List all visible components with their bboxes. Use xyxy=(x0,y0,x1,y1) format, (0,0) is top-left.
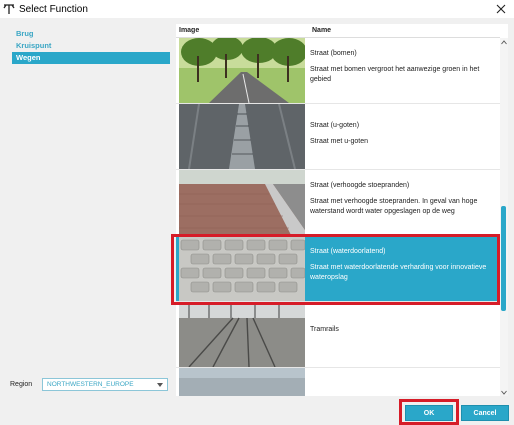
table-header: Image Name xyxy=(176,24,500,38)
row-description: Straat met bomen vergroot het aanwezige … xyxy=(310,66,480,83)
row-name: Straat (bomen) xyxy=(310,50,357,57)
row-name: Tramrails xyxy=(310,326,339,333)
street-curb-image xyxy=(179,170,305,235)
street-gutter-image xyxy=(179,104,305,169)
tramrails-image xyxy=(179,302,305,367)
table-row[interactable]: Tramrails xyxy=(176,302,500,368)
table-body: Straat (bomen) Straat met bomen vergroot… xyxy=(176,38,500,396)
row-description: Straat met waterdoorlatende verharding v… xyxy=(310,264,487,281)
category-sidebar: Brug Kruispunt Wegen Region NORTHWESTERN… xyxy=(0,18,176,425)
ok-button[interactable]: OK xyxy=(405,405,453,421)
scroll-thumb[interactable] xyxy=(501,206,506,311)
category-list: Brug Kruispunt Wegen xyxy=(12,28,170,64)
sidebar-item-kruispunt[interactable]: Kruispunt xyxy=(12,40,170,52)
function-table: Image Name Straat (bomen) Straat met bom… xyxy=(176,24,508,396)
sidebar-item-wegen[interactable]: Wegen xyxy=(12,52,170,64)
column-header-name: Name xyxy=(312,27,332,34)
cancel-button[interactable]: Cancel xyxy=(461,405,509,421)
table-row[interactable]: Straat (verhoogde stoepranden) Straat me… xyxy=(176,170,500,236)
scroll-down-icon[interactable] xyxy=(501,388,507,396)
row-description: Straat met verhoogde stoepranden. In gev… xyxy=(310,198,478,215)
sidebar-item-brug[interactable]: Brug xyxy=(12,28,170,40)
region-label: Region xyxy=(10,381,33,388)
street-partial-image xyxy=(179,368,305,396)
permeable-pavement-image xyxy=(179,236,305,301)
close-icon[interactable] xyxy=(494,2,508,16)
scroll-up-icon[interactable] xyxy=(501,38,507,46)
region-row: Region NORTHWESTERN_EUROPE xyxy=(10,378,168,391)
table-row[interactable]: Straat (u-goten) Straat met u-goten xyxy=(176,104,500,170)
app-logo-icon xyxy=(3,3,15,15)
title-bar: Select Function xyxy=(0,0,514,18)
row-description: Straat met u-goten xyxy=(310,138,368,145)
region-dropdown[interactable]: NORTHWESTERN_EUROPE xyxy=(42,378,168,391)
chevron-down-icon xyxy=(157,383,163,387)
column-header-image: Image xyxy=(179,27,200,34)
row-name: Straat (u-goten) xyxy=(310,122,360,129)
region-value: NORTHWESTERN_EUROPE xyxy=(47,381,134,388)
table-row[interactable] xyxy=(176,368,500,396)
table-row[interactable]: Straat (waterdoorlatend) Straat met wate… xyxy=(176,236,500,302)
row-name: Straat (verhoogde stoepranden) xyxy=(310,182,410,189)
row-name: Straat (waterdoorlatend) xyxy=(310,248,386,255)
window-title: Select Function xyxy=(19,3,88,15)
table-scrollbar[interactable] xyxy=(500,38,508,396)
table-row[interactable]: Straat (bomen) Straat met bomen vergroot… xyxy=(176,38,500,104)
street-trees-image xyxy=(179,38,305,103)
